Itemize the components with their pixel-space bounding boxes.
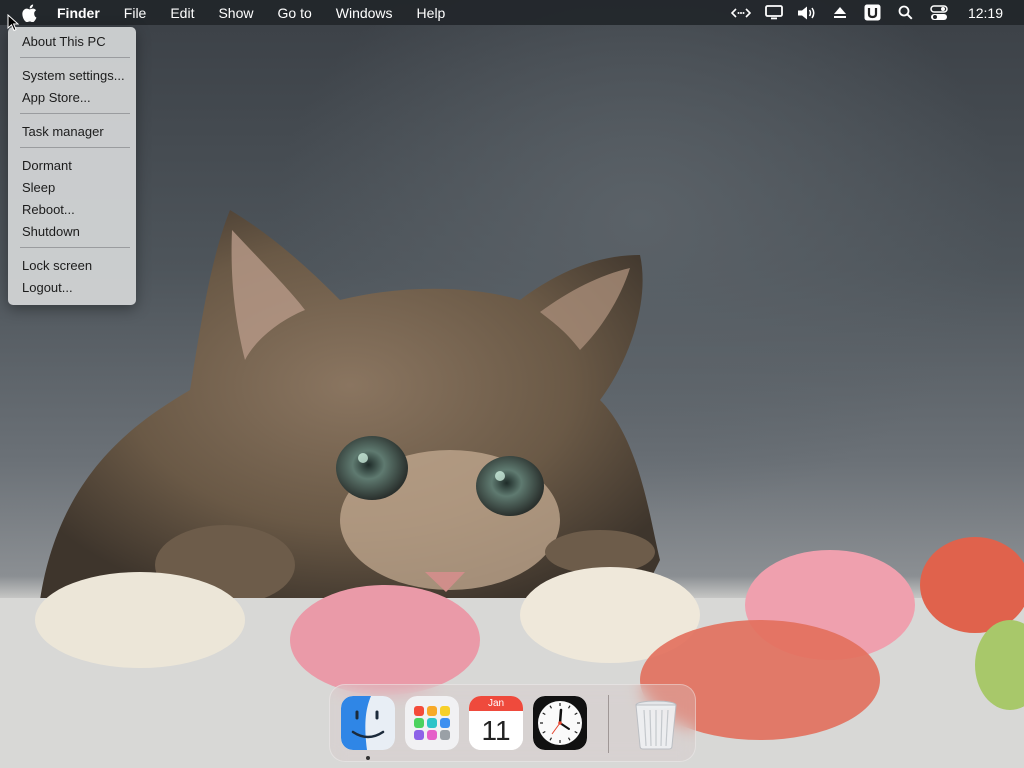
menu-item-logout[interactable]: Logout... <box>22 279 73 297</box>
menu-item-dormant[interactable]: Dormant <box>22 157 72 175</box>
apple-logo-icon <box>22 4 37 22</box>
menu-edit[interactable]: Edit <box>170 5 194 21</box>
display-icon[interactable] <box>763 3 785 23</box>
menu-item-app-store[interactable]: App Store... <box>22 89 91 107</box>
menu-item-about-this-pc[interactable]: About This PC <box>22 33 106 51</box>
menu-file[interactable]: File <box>124 5 147 21</box>
launchpad-icon <box>405 696 459 750</box>
menu-help[interactable]: Help <box>417 5 446 21</box>
menu-item-lock-screen[interactable]: Lock screen <box>22 257 92 275</box>
dock-launchpad[interactable] <box>405 696 459 750</box>
menu-separator <box>20 147 130 148</box>
calendar-day: 11 <box>469 711 523 750</box>
menu-bar: Finder File Edit Show Go to Windows Help… <box>0 0 1024 25</box>
control-center-icon[interactable] <box>928 3 950 23</box>
u-app-icon[interactable] <box>862 3 884 23</box>
status-area: 12:19 <box>719 0 1024 25</box>
menubar-clock[interactable]: 12:19 <box>968 5 1003 21</box>
eject-icon[interactable] <box>829 3 851 23</box>
menu-item-shutdown[interactable]: Shutdown <box>22 223 80 241</box>
apple-menu-button[interactable] <box>19 3 39 23</box>
finder-icon <box>341 696 395 750</box>
menu-separator <box>20 113 130 114</box>
menu-show[interactable]: Show <box>218 5 253 21</box>
running-indicator-dot <box>366 756 370 760</box>
menu-item-reboot[interactable]: Reboot... <box>22 201 75 219</box>
calendar-month: Jan <box>469 696 523 711</box>
dock-clock[interactable] <box>533 696 587 750</box>
dock-trash[interactable] <box>629 696 683 750</box>
volume-icon[interactable] <box>796 3 818 23</box>
clock-icon <box>533 696 587 750</box>
remote-connection-icon[interactable] <box>730 3 752 23</box>
trash-icon <box>635 700 677 750</box>
menu-item-sleep[interactable]: Sleep <box>22 179 55 197</box>
desktop-wallpaper <box>0 0 1024 768</box>
dock: Jan 11 <box>329 684 696 762</box>
menu-finder[interactable]: Finder <box>57 5 100 21</box>
dock-calendar[interactable]: Jan 11 <box>469 696 523 750</box>
menu-windows[interactable]: Windows <box>336 5 393 21</box>
dock-divider <box>608 695 609 753</box>
menu-separator <box>20 57 130 58</box>
menu-go-to[interactable]: Go to <box>278 5 312 21</box>
menu-item-task-manager[interactable]: Task manager <box>22 123 104 141</box>
kitten-wallpaper-image <box>0 210 1024 768</box>
dock-finder[interactable] <box>341 696 395 750</box>
menu-item-system-settings[interactable]: System settings... <box>22 67 125 85</box>
search-icon[interactable] <box>895 3 917 23</box>
apple-menu-dropdown: About This PC System settings... App Sto… <box>8 27 136 305</box>
mouse-cursor-icon <box>7 14 19 32</box>
menu-separator <box>20 247 130 248</box>
